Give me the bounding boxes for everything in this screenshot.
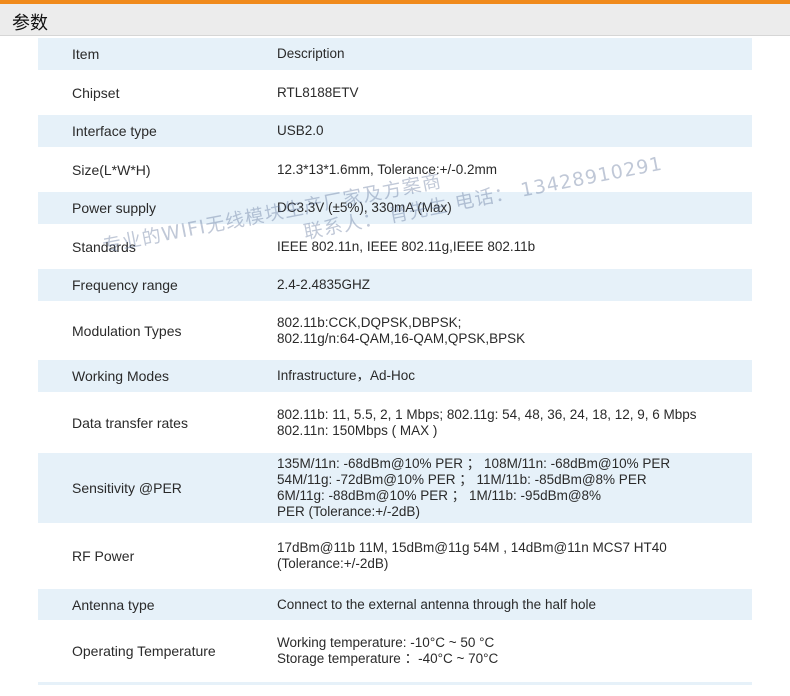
row-item-label: Standards (72, 238, 136, 255)
section-title: 参数 (12, 13, 48, 34)
row-item-label: Data transfer rates (72, 414, 188, 431)
row-item-label: Size(L*W*H) (72, 161, 151, 178)
column-header-description: Description (277, 46, 345, 61)
row-description: RTL8188ETV (277, 84, 359, 100)
row-description: Connect to the external antenna through … (277, 596, 596, 612)
table-row: Antenna type Connect to the external ant… (38, 589, 752, 620)
table-bottom-border (38, 682, 752, 685)
row-item-label: Working Modes (72, 368, 170, 384)
table-row: Standards IEEE 802.11n, IEEE 802.11g,IEE… (38, 224, 752, 269)
row-description: 17dBm@11b 11M, 15dBm@11g 54M , 14dBm@11n… (277, 540, 667, 571)
table-row: Size(L*W*H) 12.3*13*1.6mm, Tolerance:+/-… (38, 147, 752, 192)
table-row: Modulation Types 802.11b:CCK,DQPSK,DBPSK… (38, 301, 752, 360)
row-description: 135M/11n: -68dBm@10% PER ； 108M/11n: -68… (277, 456, 671, 519)
row-item-label: Antenna type (72, 596, 155, 613)
row-description: 802.11b:CCK,DQPSK,DBPSK; 802.11g/n:64-QA… (277, 314, 526, 346)
table-row: Chipset RTL8188ETV (38, 70, 752, 115)
row-item-label: Operating Temperature (72, 643, 216, 659)
column-header-item: Item (72, 46, 100, 62)
table-row: Power supply DC3.3V (±5%), 330mA (Max) (38, 192, 752, 224)
row-item-label: RF Power (72, 548, 135, 564)
table-row: Interface type USB2.0 (38, 115, 752, 147)
row-item-label: Sensitivity @PER (72, 480, 182, 496)
table-header-row: Item Description (38, 38, 752, 70)
table-row: Data transfer rates 802.11b: 11, 5.5, 2,… (38, 392, 752, 453)
table-row: Sensitivity @PER 135M/11n: -68dBm@10% PE… (38, 453, 752, 523)
row-description: DC3.3V (±5%), 330mA (Max) (277, 200, 452, 215)
table-row: Operating Temperature Working temperatur… (38, 620, 752, 682)
row-description: Working temperature: -10°C ~ 50 °C Stora… (277, 635, 499, 666)
row-description: USB2.0 (277, 123, 324, 138)
row-description: 2.4-2.4835GHZ (277, 277, 371, 292)
table-row: Working Modes Infrastructure，Ad-Hoc (38, 360, 752, 392)
section-header: 参数 (0, 4, 790, 36)
row-item-label: Chipset (72, 84, 120, 101)
row-item-label: Modulation Types (72, 322, 182, 339)
row-description: 802.11b: 11, 5.5, 2, 1 Mbps; 802.11g: 54… (277, 406, 697, 438)
row-item-label: Power supply (72, 200, 157, 216)
table-row: RF Power 17dBm@11b 11M, 15dBm@11g 54M , … (38, 523, 752, 589)
spec-table: Item Description Chipset RTL8188ETV Inte… (38, 38, 752, 682)
row-description: 12.3*13*1.6mm, Tolerance:+/-0.2mm (277, 161, 497, 177)
row-item-label: Frequency range (72, 277, 178, 293)
row-description: IEEE 802.11n, IEEE 802.11g,IEEE 802.11b (277, 238, 536, 254)
row-item-label: Interface type (72, 123, 157, 139)
row-description: Infrastructure，Ad-Hoc (277, 368, 416, 383)
table-row: Frequency range 2.4-2.4835GHZ (38, 269, 752, 301)
